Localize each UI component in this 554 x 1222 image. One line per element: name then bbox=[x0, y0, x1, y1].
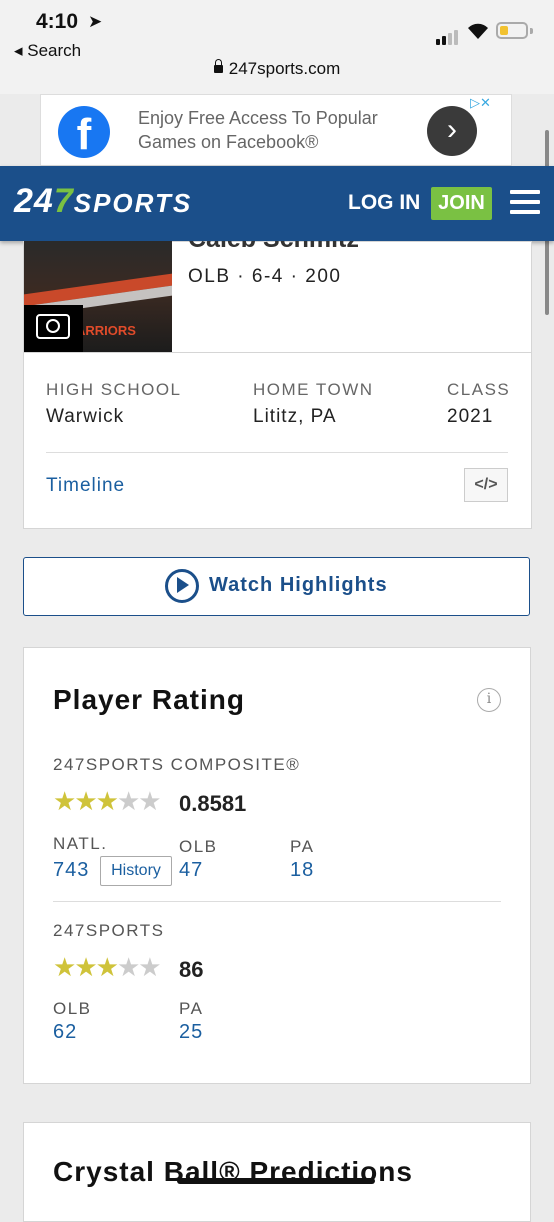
camera-lens-icon bbox=[46, 319, 60, 333]
timeline-link[interactable]: Timeline bbox=[46, 475, 125, 497]
player-rating-title: Player Rating bbox=[53, 684, 245, 715]
state-rank[interactable]: 18 bbox=[290, 859, 314, 882]
star-filled-icon: ★ bbox=[53, 952, 76, 982]
divider bbox=[53, 901, 501, 902]
star-empty-icon: ★ bbox=[138, 786, 161, 816]
info-icon[interactable]: i bbox=[477, 688, 501, 712]
composite-label: 247SPORTS COMPOSITE® bbox=[53, 755, 301, 774]
adchoices-icon[interactable]: ▷✕ bbox=[470, 95, 491, 111]
status-time: 4:10 bbox=[36, 10, 79, 33]
star-filled-icon: ★ bbox=[74, 952, 97, 982]
position-rank-label: OLB bbox=[179, 837, 218, 856]
star-empty-icon: ★ bbox=[116, 952, 140, 982]
facebook-icon: f bbox=[58, 106, 110, 158]
natl-label: NATL. bbox=[53, 834, 108, 853]
battery-nub bbox=[530, 28, 533, 34]
history-button[interactable]: History bbox=[100, 856, 172, 886]
battery-icon bbox=[496, 22, 528, 39]
star-empty-icon: ★ bbox=[138, 952, 161, 982]
sports-stars: ★★★★★ bbox=[53, 952, 162, 983]
sports-position-label: OLB bbox=[53, 999, 92, 1018]
player-name-clip: Caleb Schmitz bbox=[188, 241, 530, 261]
player-position-line: OLB · 6-4 · 200 bbox=[188, 266, 342, 287]
location-arrow-icon: ➤ bbox=[88, 12, 103, 31]
sports-score: 86 bbox=[179, 957, 204, 982]
home-town-value: Lititz, PA bbox=[253, 406, 337, 427]
position-rank[interactable]: 47 bbox=[179, 859, 203, 882]
ad-arrow-button[interactable]: › bbox=[427, 106, 477, 156]
divider bbox=[46, 452, 508, 453]
site-logo[interactable]: 247SPORTS bbox=[14, 182, 192, 221]
natl-rank[interactable]: 743 bbox=[53, 859, 89, 882]
star-filled-icon: ★ bbox=[95, 952, 119, 982]
embed-code-icon[interactable]: </> bbox=[464, 468, 508, 502]
star-filled-icon: ★ bbox=[74, 786, 97, 816]
ad-text: Enjoy Free Access To Popular Games on Fa… bbox=[138, 108, 378, 152]
home-indicator[interactable] bbox=[177, 1178, 375, 1184]
photo-jersey-text: ARRIORS bbox=[76, 323, 136, 338]
composite-score: 0.8581 bbox=[179, 791, 247, 816]
logo-sports: SPORTS bbox=[73, 188, 193, 218]
composite-stars: ★★★★★ bbox=[53, 786, 162, 817]
class-label: CLASS bbox=[447, 380, 511, 399]
sports-rating-label: 247SPORTS bbox=[53, 921, 165, 940]
class-value: 2021 bbox=[447, 406, 494, 427]
star-filled-icon: ★ bbox=[95, 786, 119, 816]
player-name: Caleb Schmitz bbox=[188, 241, 359, 254]
high-school-value: Warwick bbox=[46, 406, 125, 427]
player-info-card bbox=[23, 352, 532, 529]
state-rank-label: PA bbox=[290, 837, 315, 856]
sports-state-rank[interactable]: 25 bbox=[179, 1021, 203, 1044]
home-town-label: HOME TOWN bbox=[253, 380, 374, 399]
play-triangle bbox=[177, 577, 189, 593]
cellular-signal-icon bbox=[436, 27, 460, 45]
logo-seven: 7 bbox=[53, 182, 74, 220]
url-text: 247sports.com bbox=[228, 59, 341, 78]
sports-position-rank[interactable]: 62 bbox=[53, 1021, 77, 1044]
high-school-label: HIGH SCHOOL bbox=[46, 380, 182, 399]
star-empty-icon: ★ bbox=[116, 786, 140, 816]
logo-number: 24 bbox=[14, 182, 54, 220]
star-filled-icon: ★ bbox=[53, 786, 76, 816]
status-bar bbox=[0, 0, 554, 94]
back-to-search-link[interactable]: ◂ Search bbox=[14, 41, 81, 61]
watch-highlights-label: Watch Highlights bbox=[209, 574, 388, 596]
lock-icon bbox=[213, 59, 223, 73]
hamburger-icon[interactable] bbox=[510, 190, 540, 220]
wifi-icon bbox=[466, 22, 490, 45]
join-button[interactable]: JOIN bbox=[431, 187, 492, 220]
address-bar[interactable]: 247sports.com bbox=[0, 59, 554, 79]
login-link[interactable]: LOG IN bbox=[348, 191, 420, 215]
sports-state-label: PA bbox=[179, 999, 204, 1018]
